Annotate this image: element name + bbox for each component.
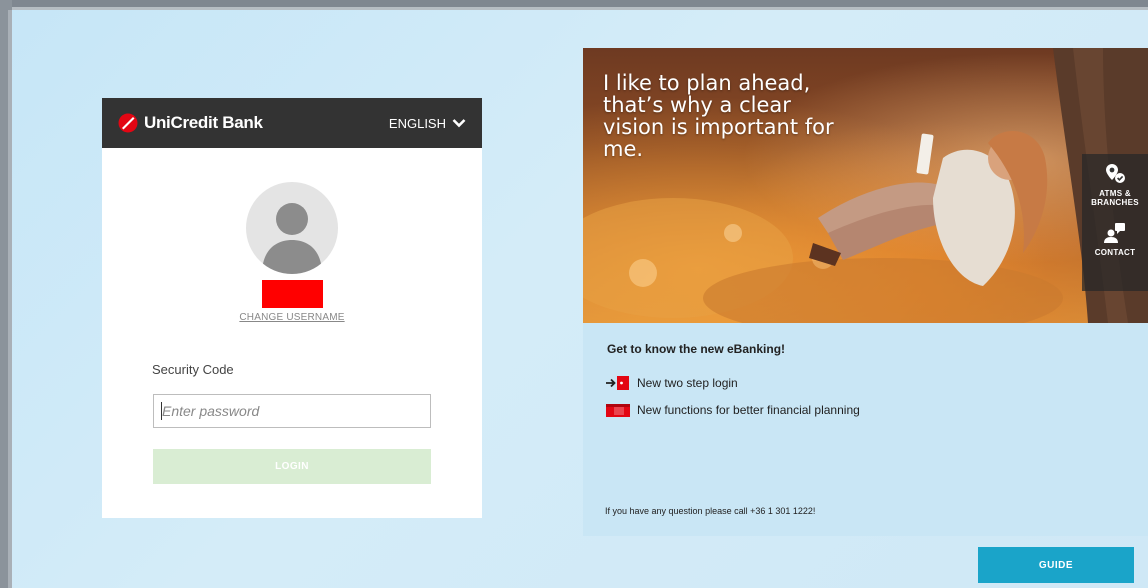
window-left-edge xyxy=(0,0,12,588)
security-code-label: Security Code xyxy=(152,362,234,377)
user-avatar-icon xyxy=(262,203,322,274)
login-button[interactable]: LOGIN xyxy=(153,449,431,484)
login-header: UniCredit Bank ENGLISH xyxy=(102,98,482,148)
contact-question: If you have any question please call +36… xyxy=(605,506,816,516)
feature-text: New functions for better financial plann… xyxy=(637,403,860,417)
feature-financial-planning: New functions for better financial plann… xyxy=(605,402,860,418)
feature-text: New two step login xyxy=(637,376,738,390)
guide-button[interactable]: GUIDE xyxy=(978,547,1134,583)
brand-name: UniCredit Bank xyxy=(144,113,263,132)
two-step-login-icon xyxy=(606,376,629,390)
language-label: ENGLISH xyxy=(388,115,446,131)
login-card: UniCredit Bank ENGLISH CHANGE USERNAME S… xyxy=(102,98,482,518)
atms-branches-button[interactable]: ATMS & BRANCHES xyxy=(1082,154,1148,207)
promo-panel: I like to plan ahead, that’s why a clear… xyxy=(583,48,1148,536)
contact-label: CONTACT xyxy=(1094,248,1136,257)
language-selector[interactable]: ENGLISH xyxy=(389,116,466,131)
promo-title: Get to know the new eBanking! xyxy=(607,342,786,356)
chevron-down-icon xyxy=(452,119,466,128)
change-username-link[interactable]: CHANGE USERNAME xyxy=(102,312,482,323)
avatar xyxy=(246,182,338,274)
hero-headline: I like to plan ahead, that’s why a clear… xyxy=(603,71,834,161)
atms-branches-label: ATMS & BRANCHES xyxy=(1091,189,1139,207)
hero-banner: I like to plan ahead, that’s why a clear… xyxy=(583,48,1148,323)
contact-button[interactable]: CONTACT xyxy=(1082,207,1148,257)
text-caret xyxy=(161,402,162,420)
contact-icon xyxy=(1104,223,1125,243)
financial-planning-icon xyxy=(606,404,630,417)
feature-two-step-login: New two step login xyxy=(605,375,738,391)
side-toolbar: ATMS & BRANCHES CONTACT xyxy=(1082,154,1148,291)
unicredit-logo-icon xyxy=(118,113,138,133)
window-top-edge xyxy=(0,0,1148,10)
password-input[interactable] xyxy=(153,394,431,428)
map-pin-icon xyxy=(1106,164,1125,183)
unicredit-logo: UniCredit Bank xyxy=(118,113,263,133)
username-redacted xyxy=(262,280,323,308)
